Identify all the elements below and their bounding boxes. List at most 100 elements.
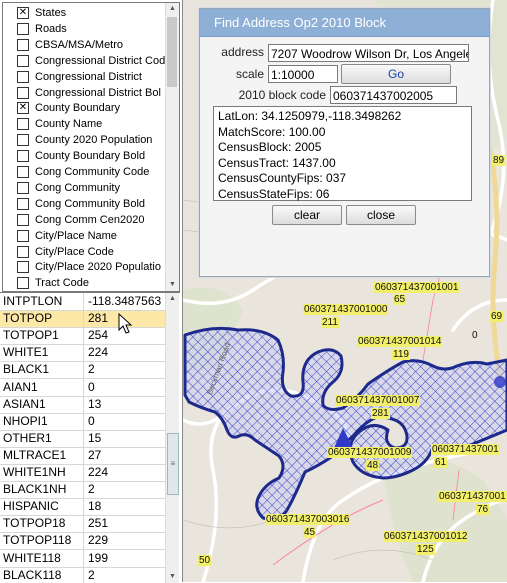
attribute-value: 224 bbox=[88, 345, 109, 360]
layer-item[interactable]: Cong Community bbox=[3, 180, 177, 196]
layer-item[interactable]: Roads bbox=[3, 21, 177, 37]
attribute-row[interactable]: TOTPOP 281 bbox=[0, 310, 166, 329]
layer-checkbox[interactable] bbox=[17, 213, 29, 226]
attribute-row[interactable]: WHITE1NH 224 bbox=[0, 464, 166, 482]
layer-label: Cong Community Bold bbox=[35, 197, 146, 210]
layer-item[interactable]: CBSA/MSA/Metro bbox=[3, 37, 177, 53]
layer-item[interactable]: City/Place 2020 Populatio bbox=[3, 259, 177, 275]
layer-label: CBSA/MSA/Metro bbox=[35, 38, 124, 51]
address-field[interactable]: 7207 Woodrow Wilson Dr, Los Angeles bbox=[268, 44, 469, 62]
scale-field[interactable]: 1:10000 bbox=[268, 65, 338, 83]
attribute-row[interactable]: HISPANIC 18 bbox=[0, 498, 166, 517]
layer-list-scrollbar[interactable]: ▲ ▼ bbox=[165, 3, 179, 291]
block-label-pop: 89 bbox=[492, 155, 506, 166]
block-code-field[interactable]: 060371437002005 bbox=[330, 86, 457, 104]
attribute-value: 2 bbox=[88, 482, 95, 497]
attribute-key: ASIAN1 bbox=[0, 395, 84, 413]
layer-label: Cong Comm Cen2020 bbox=[35, 213, 145, 226]
go-button[interactable]: Go bbox=[341, 64, 451, 84]
layer-item[interactable]: Cong Comm Cen2020 bbox=[3, 212, 177, 228]
attribute-key: TOTPOP bbox=[0, 310, 84, 328]
layer-item[interactable]: ✕ County Boundary bbox=[3, 100, 177, 116]
scroll-thumb[interactable]: ≡ bbox=[167, 433, 179, 495]
scroll-thumb[interactable] bbox=[167, 17, 177, 87]
scroll-down-arrow-icon[interactable]: ▼ bbox=[166, 279, 179, 291]
layer-item[interactable]: Congressional District Cod bbox=[3, 53, 177, 69]
layer-label: Congressional District Cod bbox=[35, 54, 166, 67]
block-label-pop: 65 bbox=[393, 294, 407, 305]
layer-checkbox[interactable] bbox=[17, 277, 29, 290]
layer-checkbox[interactable] bbox=[17, 261, 29, 274]
result-textarea[interactable]: LatLon: 34.1250979,-118.3498262 MatchScor… bbox=[213, 106, 472, 201]
layer-item[interactable]: County Name bbox=[3, 116, 177, 132]
block-label-code: 060371437001 bbox=[438, 491, 507, 502]
attribute-row[interactable]: MLTRACE1 27 bbox=[0, 446, 166, 465]
attribute-value: 2 bbox=[88, 567, 95, 582]
dialog-title[interactable]: Find Address Op2 2010 Block bbox=[200, 9, 489, 37]
attribute-row[interactable]: WHITE1 224 bbox=[0, 344, 166, 363]
layer-checkbox[interactable]: ✕ bbox=[17, 7, 29, 19]
clear-button[interactable]: clear bbox=[272, 205, 342, 225]
attribute-row[interactable]: ASIAN1 13 bbox=[0, 395, 166, 414]
attribute-value: 0 bbox=[88, 379, 95, 394]
layer-checkbox[interactable] bbox=[17, 150, 29, 163]
attribute-value: 13 bbox=[88, 396, 102, 411]
attribute-table-scrollbar[interactable]: ▲ ≡ ▼ bbox=[165, 293, 179, 583]
attribute-row[interactable]: WHITE118 199 bbox=[0, 549, 166, 568]
layer-checkbox[interactable] bbox=[17, 70, 29, 83]
layer-checkbox[interactable]: ✕ bbox=[17, 102, 29, 115]
layer-item[interactable]: Cong Community Code bbox=[3, 164, 177, 180]
attribute-value: 2 bbox=[88, 362, 95, 377]
layer-item[interactable]: County 2020 Population bbox=[3, 132, 177, 148]
layer-item[interactable]: ✕ States bbox=[3, 5, 177, 21]
layer-checkbox[interactable] bbox=[17, 166, 29, 178]
attribute-row[interactable]: AIAN1 0 bbox=[0, 378, 166, 397]
layer-item[interactable]: Congressional District bbox=[3, 69, 177, 85]
result-line: MatchScore: 100.00 bbox=[218, 124, 326, 139]
layer-item[interactable]: County Boundary Bold bbox=[3, 148, 177, 164]
attribute-value: 224 bbox=[88, 465, 109, 479]
scroll-up-arrow-icon[interactable]: ▲ bbox=[166, 293, 179, 305]
layer-checkbox[interactable] bbox=[17, 197, 29, 210]
attribute-row[interactable]: INTPTLON -118.3487563 bbox=[0, 293, 166, 311]
attribute-row[interactable]: NHOPI1 0 bbox=[0, 412, 166, 431]
scroll-down-arrow-icon[interactable]: ▼ bbox=[166, 571, 179, 583]
attribute-row[interactable]: TOTPOP18 251 bbox=[0, 515, 166, 534]
attribute-key: BLACK1NH bbox=[0, 481, 84, 499]
layer-checkbox[interactable] bbox=[17, 86, 29, 99]
scroll-up-arrow-icon[interactable]: ▲ bbox=[166, 3, 179, 15]
block-label-pop: 69 bbox=[490, 311, 504, 322]
attribute-key: HISPANIC bbox=[0, 498, 84, 516]
layer-label: City/Place Name bbox=[35, 229, 117, 242]
layer-checkbox[interactable] bbox=[17, 22, 29, 35]
attribute-row[interactable]: OTHER1 15 bbox=[0, 429, 166, 448]
attribute-row[interactable]: BLACK1NH 2 bbox=[0, 481, 166, 500]
layer-checkbox[interactable] bbox=[17, 181, 29, 194]
layer-item[interactable]: Congressional District Bol bbox=[3, 85, 177, 101]
layer-item[interactable]: City/Place Code bbox=[3, 244, 177, 260]
attribute-value: -118.3487563 bbox=[88, 294, 162, 308]
layer-checkbox[interactable] bbox=[17, 118, 29, 131]
layer-label: County Boundary Bold bbox=[35, 150, 146, 163]
attribute-row[interactable]: TOTPOP118 229 bbox=[0, 532, 166, 551]
close-button[interactable]: close bbox=[346, 205, 416, 225]
layer-item[interactable]: Cong Community Bold bbox=[3, 196, 177, 212]
attribute-row[interactable]: BLACK1 2 bbox=[0, 361, 166, 380]
attribute-key: AIAN1 bbox=[0, 378, 84, 396]
layer-checkbox[interactable] bbox=[17, 38, 29, 51]
layer-checkbox[interactable] bbox=[17, 229, 29, 242]
block-code-label: 2010 block code bbox=[238, 88, 326, 102]
attribute-value: 27 bbox=[88, 447, 102, 462]
attribute-key: WHITE118 bbox=[0, 549, 84, 567]
layer-checkbox[interactable] bbox=[17, 134, 29, 147]
layer-item[interactable]: City/Place Name bbox=[3, 228, 177, 244]
layer-item[interactable]: Tract Code bbox=[3, 275, 177, 291]
layer-checkbox[interactable] bbox=[17, 245, 29, 258]
block-label-pop: 50 bbox=[198, 555, 212, 566]
layer-checkbox[interactable] bbox=[17, 54, 29, 67]
layer-list[interactable]: Tract Code City/Place 2020 Populatio City/… bbox=[2, 2, 180, 292]
attribute-key: OTHER1 bbox=[0, 429, 84, 447]
attribute-row[interactable]: TOTPOP1 254 bbox=[0, 327, 166, 346]
layer-label: Tract Code bbox=[35, 277, 90, 290]
attribute-row[interactable]: BLACK118 2 bbox=[0, 566, 166, 583]
